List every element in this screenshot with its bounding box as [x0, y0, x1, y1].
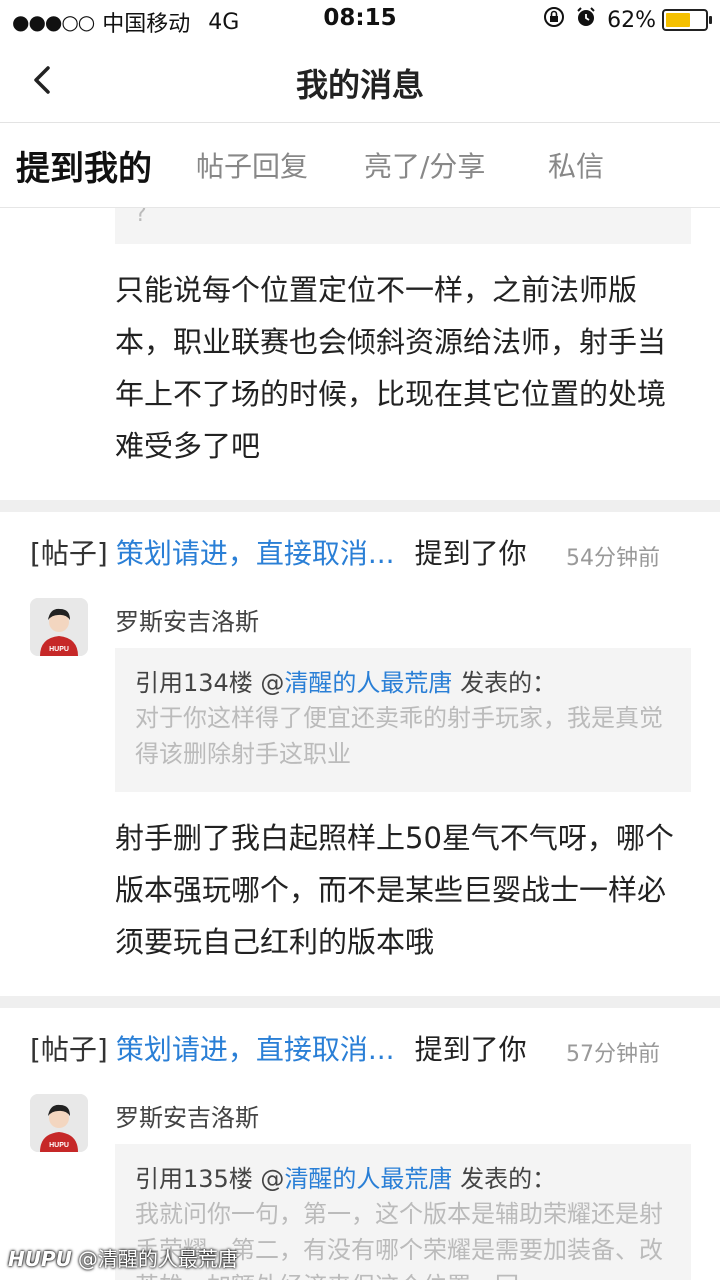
tab-bar: 提到我的 帖子回复 亮了/分享 私信	[0, 123, 720, 208]
quote-user-link[interactable]: 清醒的人最荒唐	[284, 669, 452, 697]
page-title: 我的消息	[295, 66, 424, 104]
tab-private-messages[interactable]: 私信	[548, 145, 604, 185]
message-list[interactable]: ? 只能说每个位置定位不一样，之前法师版本，职业联赛也会倾斜资源给法师，射手当年…	[0, 208, 720, 1280]
tab-post-replies[interactable]: 帖子回复	[196, 145, 308, 185]
quote-user-link[interactable]: 清醒的人最荒唐	[284, 1165, 452, 1193]
alarm-icon	[575, 6, 597, 34]
message-time: 54分钟前	[566, 546, 660, 571]
message-header: [帖子] 策划请进，直接取消... 提到了你 54分钟前	[30, 512, 690, 598]
avatar[interactable]: HUPU	[30, 1094, 88, 1152]
message-card[interactable]: [帖子] 策划请进，直接取消... 提到了你 54分钟前 HUPU 罗斯安吉洛斯 引…	[0, 512, 720, 996]
hupu-avatar-icon: HUPU	[30, 1094, 88, 1152]
avatar[interactable]: HUPU	[30, 598, 88, 656]
watermark-text: @清醒的人最荒唐	[77, 1247, 238, 1271]
status-bar: ●●●○○ 中国移动 4G 08:15 62%	[0, 0, 720, 40]
quote-header: 引用134楼 @清醒的人最荒唐 发表的：	[135, 666, 671, 700]
divider	[0, 996, 720, 1008]
battery-percent: 62%	[607, 7, 656, 33]
post-title-link[interactable]: 策划请进，直接取消...	[116, 537, 395, 570]
quote-prefix: 引用135楼 @	[135, 1165, 285, 1193]
tab-likes-shares[interactable]: 亮了/分享	[364, 145, 485, 185]
watermark: HUPU @清醒的人最荒唐	[8, 1243, 238, 1272]
user-row: HUPU 罗斯安吉洛斯	[30, 1094, 690, 1152]
divider	[0, 500, 720, 512]
status-right: 62%	[543, 6, 712, 34]
hupu-avatar-icon: HUPU	[30, 598, 88, 656]
quote-tail-text: ?	[135, 208, 147, 227]
message-time: 57分钟前	[566, 1042, 660, 1067]
rotation-lock-icon	[543, 6, 565, 34]
post-tag: [帖子]	[30, 1033, 108, 1066]
message-card[interactable]: ? 只能说每个位置定位不一样，之前法师版本，职业联赛也会倾斜资源给法师，射手当年…	[0, 208, 720, 500]
quote-suffix: 发表的：	[452, 1165, 557, 1193]
nav-bar: 我的消息	[0, 40, 720, 123]
avatar-badge: HUPU	[49, 1142, 69, 1149]
battery-icon	[662, 9, 712, 31]
quote-suffix: 发表的：	[452, 669, 557, 697]
user-row: HUPU 罗斯安吉洛斯	[30, 598, 690, 656]
post-tag: [帖子]	[30, 537, 108, 570]
username[interactable]: 罗斯安吉洛斯	[115, 1094, 690, 1133]
post-title-link[interactable]: 策划请进，直接取消...	[116, 1033, 395, 1066]
message-card[interactable]: [帖子] 策划请进，直接取消... 提到了你 57分钟前 HUPU 罗斯安吉洛斯 引…	[0, 1008, 720, 1280]
quote-header: 引用135楼 @清醒的人最荒唐 发表的：	[135, 1162, 671, 1196]
quote-block: 引用134楼 @清醒的人最荒唐 发表的： 对于你这样得了便宜还卖乖的射手玩家，我…	[115, 648, 691, 792]
quote-body: 对于你这样得了便宜还卖乖的射手玩家，我是真觉得该删除射手这职业	[135, 704, 663, 768]
quote-block: ?	[115, 208, 691, 244]
mention-text: 提到了你	[414, 1033, 527, 1066]
username[interactable]: 罗斯安吉洛斯	[115, 598, 690, 637]
tab-mentions[interactable]: 提到我的	[16, 141, 152, 190]
avatar-badge: HUPU	[49, 646, 69, 653]
message-header: [帖子] 策划请进，直接取消... 提到了你 57分钟前	[30, 1008, 690, 1094]
message-body: 只能说每个位置定位不一样，之前法师版本，职业联赛也会倾斜资源给法师，射手当年上不…	[115, 273, 667, 463]
mention-text: 提到了你	[414, 537, 527, 570]
quote-prefix: 引用134楼 @	[135, 669, 285, 697]
hupu-logo: HUPU	[8, 1247, 72, 1271]
message-body: 射手删了我白起照样上50星气不气呀，哪个版本强玩哪个，而不是某些巨婴战士一样必须…	[115, 821, 674, 959]
battery-fill	[666, 13, 690, 27]
